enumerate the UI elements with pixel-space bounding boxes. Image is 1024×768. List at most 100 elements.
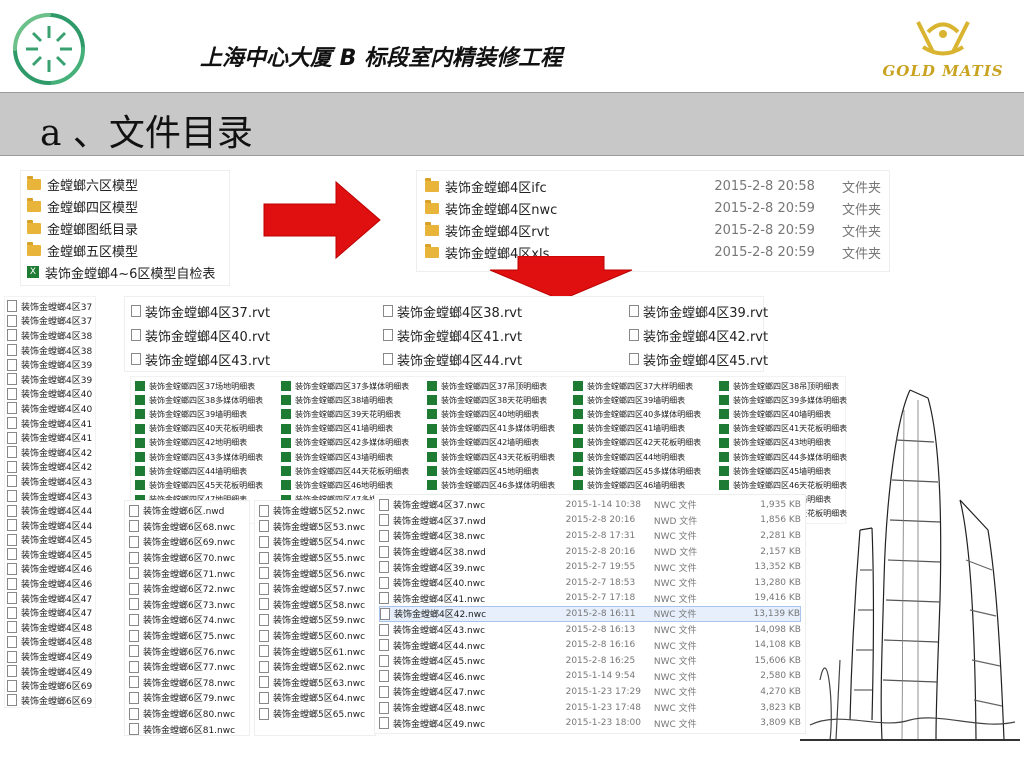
list-item[interactable]: 装饰金螳螂5区59.nwc xyxy=(259,612,371,628)
list-item[interactable]: 装饰金螳螂4区48.ifc xyxy=(7,620,93,635)
list-item[interactable]: 装饰金螳螂6区74.nwc xyxy=(129,612,245,628)
table-row[interactable]: 装饰金螳螂4区37.nwd 2015-2-8 20:16 NWD 文件 1,856 K… xyxy=(379,513,801,529)
list-item[interactable]: 装饰金螳螂6区77.nwc xyxy=(129,659,245,675)
list-item[interactable]: 装饰金螳螂4区nwc 2015-2-8 20:59 文件夹 xyxy=(425,197,881,219)
list-item[interactable]: 装饰金螳螂5区65.nwc xyxy=(259,706,371,722)
list-item[interactable]: 装饰金螳螂4区49.ifc xyxy=(7,664,93,679)
list-item[interactable]: 装饰金螳螂5区55.nwc xyxy=(259,550,371,566)
list-item[interactable]: 装饰金螳螂4区47.ifc xyxy=(7,591,93,606)
grid-item[interactable]: 装饰金螳螂4区43.rvt xyxy=(131,347,383,371)
grid-item[interactable]: 装饰金螳螂4区44.rvt xyxy=(383,347,629,371)
table-row[interactable]: 装饰金螳螂4区38.nwd 2015-2-8 20:16 NWD 文件 2,157 K… xyxy=(379,544,801,560)
grid-item[interactable]: 装饰金螳螂四区46墙明细表 xyxy=(573,478,719,492)
list-item[interactable]: 装饰金螳螂5区62.nwc xyxy=(259,659,371,675)
grid-item[interactable]: 装饰金螳螂4区40.rvt xyxy=(131,323,383,347)
list-item[interactable]: 装饰金螳螂6区76.nwc xyxy=(129,643,245,659)
grid-item[interactable]: 装饰金螳螂四区42墙明细表 xyxy=(427,436,573,450)
list-item[interactable]: 装饰金螳螂4区49.ifc xyxy=(7,649,93,664)
list-item[interactable]: 装饰金螳螂4区43.ifc xyxy=(7,489,93,504)
grid-item[interactable]: 装饰金螳螂四区38多媒体明细表 xyxy=(135,393,281,407)
list-item[interactable]: 装饰金螳螂4区45.ifc xyxy=(7,547,93,562)
list-item[interactable]: 金螳螂四区模型 xyxy=(27,195,223,217)
list-item[interactable]: 装饰金螳螂5区61.nwc xyxy=(259,643,371,659)
list-item[interactable]: 装饰金螳螂4区38.ifc xyxy=(7,328,93,343)
grid-item[interactable]: 装饰金螳螂四区43墙明细表 xyxy=(281,450,427,464)
list-item[interactable]: 装饰金螳螂5区64.nwc xyxy=(259,690,371,706)
grid-item[interactable]: 装饰金螳螂四区37多媒体明细表 xyxy=(281,379,427,393)
list-item[interactable]: 装饰金螳螂4区39.ifc xyxy=(7,372,93,387)
table-row[interactable]: 装饰金螳螂4区49.nwc 2015-1-23 18:00 NWC 文件 3,809 … xyxy=(379,715,801,731)
list-item[interactable]: 装饰金螳螂6区72.nwc xyxy=(129,581,245,597)
list-item[interactable]: 装饰金螳螂5区56.nwc xyxy=(259,565,371,581)
table-row[interactable]: 装饰金螳螂4区39.nwc 2015-2-7 19:55 NWC 文件 13,352 … xyxy=(379,559,801,575)
table-row[interactable]: 装饰金螳螂4区45.nwc 2015-2-8 16:25 NWC 文件 15,606 … xyxy=(379,653,801,669)
list-item[interactable]: 装饰金螳螂6区78.nwc xyxy=(129,675,245,691)
table-row[interactable]: 装饰金螳螂4区38.nwc 2015-2-8 17:31 NWC 文件 2,281 K… xyxy=(379,528,801,544)
grid-item[interactable]: 装饰金螳螂四区46多媒体明细表 xyxy=(427,478,573,492)
grid-item[interactable]: 装饰金螳螂4区42.rvt xyxy=(629,323,768,347)
list-item[interactable]: 装饰金螳螂6区73.nwc xyxy=(129,597,245,613)
list-item[interactable]: 装饰金螳螂5区53.nwc xyxy=(259,519,371,535)
grid-item[interactable]: 装饰金螳螂四区45多媒体明细表 xyxy=(573,464,719,478)
grid-item[interactable]: 装饰金螳螂四区40天花板明细表 xyxy=(135,422,281,436)
grid-item[interactable]: 装饰金螳螂四区44天花板明细表 xyxy=(281,464,427,478)
table-row[interactable]: 装饰金螳螂4区46.nwc 2015-1-14 9:54 NWC 文件 2,580 K… xyxy=(379,669,801,685)
list-item[interactable]: 装饰金螳螂6区69.nwc xyxy=(129,534,245,550)
list-item[interactable]: 装饰金螳螂6区70.nwc xyxy=(129,550,245,566)
grid-item[interactable]: 装饰金螳螂四区37大样明细表 xyxy=(573,379,719,393)
list-item[interactable]: 装饰金螳螂6区80.nwc xyxy=(129,706,245,722)
list-item[interactable]: 装饰金螳螂5区54.nwc xyxy=(259,534,371,550)
list-item[interactable]: 装饰金螳螂6区69.ifc xyxy=(7,693,93,708)
grid-item[interactable]: 装饰金螳螂4区37.rvt xyxy=(131,299,383,323)
table-row[interactable]: 装饰金螳螂4区40.nwc 2015-2-7 18:53 NWC 文件 13,280 … xyxy=(379,575,801,591)
grid-item[interactable]: 装饰金螳螂四区39墙明细表 xyxy=(573,393,719,407)
list-item[interactable]: 装饰金螳螂6区69.ifc xyxy=(7,678,93,693)
grid-item[interactable]: 装饰金螳螂四区44地明细表 xyxy=(573,450,719,464)
grid-item[interactable]: 装饰金螳螂四区45地明细表 xyxy=(427,464,573,478)
grid-item[interactable]: 装饰金螳螂四区46地明细表 xyxy=(281,478,427,492)
grid-item[interactable]: 装饰金螳螂四区43多媒体明细表 xyxy=(135,450,281,464)
list-item[interactable]: 装饰金螳螂4区39.ifc xyxy=(7,357,93,372)
list-item[interactable]: 装饰金螳螂6区79.nwc xyxy=(129,690,245,706)
grid-item[interactable]: 装饰金螳螂四区41墙明细表 xyxy=(573,422,719,436)
list-item[interactable]: 装饰金螳螂5区60.nwc xyxy=(259,628,371,644)
list-item[interactable]: 装饰金螳螂4区42.ifc xyxy=(7,445,93,460)
table-row[interactable]: 装饰金螳螂4区41.nwc 2015-2-7 17:18 NWC 文件 19,416 … xyxy=(379,591,801,607)
list-item[interactable]: 装饰金螳螂6区81.nwc xyxy=(129,721,245,737)
list-item[interactable]: 装饰金螳螂6区68.nwc xyxy=(129,519,245,535)
grid-item[interactable]: 装饰金螳螂四区43天花板明细表 xyxy=(427,450,573,464)
grid-item[interactable]: 装饰金螳螂4区45.rvt xyxy=(629,347,768,371)
list-item[interactable]: 装饰金螳螂6区75.nwc xyxy=(129,628,245,644)
grid-item[interactable]: 装饰金螳螂四区38墙明细表 xyxy=(281,393,427,407)
grid-item[interactable]: 装饰金螳螂四区39天花明细表 xyxy=(281,407,427,421)
table-row[interactable]: 装饰金螳螂4区48.nwc 2015-1-23 17:48 NWC 文件 3,823 … xyxy=(379,700,801,716)
grid-item[interactable]: 装饰金螳螂四区45天花板明细表 xyxy=(135,478,281,492)
table-row[interactable]: 装饰金螳螂4区42.nwc 2015-2-8 16:11 NWC 文件 13,139 … xyxy=(379,606,801,622)
list-item[interactable]: 装饰金螳螂5区58.nwc xyxy=(259,597,371,613)
list-item[interactable]: 金螳螂五区模型 xyxy=(27,239,223,261)
list-item[interactable]: 金螳螂六区模型 xyxy=(27,173,223,195)
grid-item[interactable]: 装饰金螳螂四区42多媒体明细表 xyxy=(281,436,427,450)
list-item[interactable]: 金螳螂图纸目录 xyxy=(27,217,223,239)
list-item[interactable]: 装饰金螳螂4区41.ifc xyxy=(7,430,93,445)
list-item[interactable]: 装饰金螳螂4区38.ifc xyxy=(7,343,93,358)
list-item[interactable]: 装饰金螳螂6区.nwd xyxy=(129,503,245,519)
grid-item[interactable]: 装饰金螳螂四区41多媒体明细表 xyxy=(427,422,573,436)
list-item[interactable]: 装饰金螳螂4区46.ifc xyxy=(7,562,93,577)
list-item[interactable]: 装饰金螳螂4区41.ifc xyxy=(7,416,93,431)
list-item[interactable]: X 装饰金螳螂4~6区模型自检表 xyxy=(27,261,223,283)
grid-item[interactable]: 装饰金螳螂四区41墙明细表 xyxy=(281,422,427,436)
list-item[interactable]: 装饰金螳螂4区45.ifc xyxy=(7,533,93,548)
list-item[interactable]: 装饰金螳螂4区44.ifc xyxy=(7,503,93,518)
list-item[interactable]: 装饰金螳螂4区47.ifc xyxy=(7,605,93,620)
grid-item[interactable]: 装饰金螳螂四区40多媒体明细表 xyxy=(573,407,719,421)
list-item[interactable]: 装饰金螳螂5区63.nwc xyxy=(259,675,371,691)
table-row[interactable]: 装饰金螳螂4区37.nwc 2015-1-14 10:38 NWC 文件 1,935 … xyxy=(379,497,801,513)
grid-item[interactable]: 装饰金螳螂4区38.rvt xyxy=(383,299,629,323)
list-item[interactable]: 装饰金螳螂4区40.ifc xyxy=(7,401,93,416)
list-item[interactable]: 装饰金螳螂4区rvt 2015-2-8 20:59 文件夹 xyxy=(425,219,881,241)
table-row[interactable]: 装饰金螳螂4区47.nwc 2015-1-23 17:29 NWC 文件 4,270 … xyxy=(379,684,801,700)
grid-item[interactable]: 装饰金螳螂四区42地明细表 xyxy=(135,436,281,450)
list-item[interactable]: 装饰金螳螂4区46.ifc xyxy=(7,576,93,591)
list-item[interactable]: 装饰金螳螂4区43.ifc xyxy=(7,474,93,489)
